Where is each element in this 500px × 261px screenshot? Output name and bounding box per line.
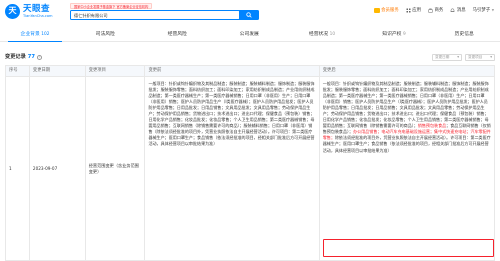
business-menu[interactable]: 商务 <box>428 8 443 14</box>
logo-mark: 天 <box>5 4 20 19</box>
messages-label: 消息 <box>456 8 466 13</box>
tab-label: 公司发展 <box>239 31 259 37</box>
change-records-header: 变更记录 77 ? 变更日期 ▾ 变更项目 ▾ <box>5 52 495 62</box>
tab-history[interactable]: 历史信息 <box>430 28 500 42</box>
apps-label: 应用 <box>412 8 422 13</box>
after-highlight-1: 销售预包装食品 <box>417 123 447 129</box>
tab-label: 经营状况 <box>308 31 329 37</box>
chevron-down-icon: ▼ <box>491 7 494 12</box>
after-text-post: 除依法须经批准的项目外，凭营业执照依法自主开展经营活动）。许可项目：第二类医疗器… <box>322 135 491 153</box>
row-item: 经营范围变更（含业务范围变更） <box>85 76 146 260</box>
tab-legal-risk[interactable]: 司法风险 <box>70 28 142 42</box>
tab-label: 知识产权 <box>382 31 402 37</box>
tab-intellectual-property[interactable]: 知识产权 9 <box>358 28 430 42</box>
vip-crown-icon <box>373 8 380 14</box>
row-index: 1 <box>6 76 30 260</box>
section-count: 77 <box>27 53 35 60</box>
tab-operating-risk[interactable]: 经营风险 <box>142 28 214 42</box>
section-title: 变更记录 <box>5 53 26 60</box>
top-header: 天 天眼查 TianYanCha.com 国家中小企业发展子基金旗下 官方备案企… <box>0 0 500 24</box>
vip-service[interactable]: 会员服务 <box>373 8 399 14</box>
bell-icon <box>450 8 455 13</box>
tab-label: 历史信息 <box>454 31 474 37</box>
table-header-row: 序号 变更日期 变更项目 变更前 变更后 <box>6 66 495 76</box>
col-after: 变更后 <box>319 66 495 76</box>
user-name: 马引梦子 <box>472 8 491 13</box>
search-input[interactable] <box>74 12 234 20</box>
before-text: 一般项目：针织或钩针编织物及其制品制造；服装制造；服装辅料制造；服饰制造；服装服… <box>148 81 315 147</box>
item-filter-label: 变更项目 <box>468 54 483 59</box>
col-before: 变更前 <box>145 66 320 76</box>
after-text: 一般项目：针织或钩针编织物及其制品制造；服装制造；服装辅料制造；服饰制造；服装服… <box>323 81 491 154</box>
section-tools: 变更日期 ▾ 变更项目 ▾ <box>432 53 495 61</box>
search-box[interactable] <box>70 10 240 20</box>
change-records-table: 序号 变更日期 变更项目 变更前 变更后 1 2023-09-07 经营范围变更… <box>5 65 495 261</box>
header-nav: 会员服务 应用 商务 消息 马引梦子 ▼ <box>373 8 494 14</box>
apps-menu[interactable]: 应用 <box>406 8 421 14</box>
tab-count: 10 <box>329 32 336 38</box>
help-icon[interactable]: ? <box>37 54 42 60</box>
date-filter-label: 变更日期 <box>435 54 450 59</box>
tab-count: 102 <box>41 32 50 38</box>
business-label: 商务 <box>434 8 444 13</box>
search-area: 国家中小企业发展子基金旗下 官方备案企业征信机构 <box>70 3 266 20</box>
highlight-box <box>323 239 494 257</box>
row-date: 2023-09-07 <box>29 76 86 260</box>
tab-label: 企业背景 <box>20 31 40 37</box>
tab-label: 经营风险 <box>167 31 187 37</box>
chevron-down-icon: ▾ <box>457 54 459 59</box>
table-row: 1 2023-09-07 经营范围变更（含业务范围变更） 一般项目：针织或钩针编… <box>6 76 494 260</box>
after-text-pre: 一般项目：针织或钩针编织物及其制品制造；服装制造；服装辅料制造；服饰制造；服装服… <box>322 81 489 129</box>
search-button[interactable] <box>239 10 259 20</box>
user-menu[interactable]: 马引梦子 ▼ <box>473 8 494 14</box>
tab-company-development[interactable]: 公司发展 <box>214 28 286 42</box>
search-tip: 国家中小企业发展子基金旗下 官方备案企业征信机构 <box>70 3 153 9</box>
category-tabs: 企业背景 102 司法风险 经营风险 公司发展 经营状况 10 知识产权 9 历史信息 <box>0 28 500 42</box>
tab-count: 9 <box>402 32 406 38</box>
search-icon <box>246 12 252 18</box>
vip-label: 会员服务 <box>381 8 399 13</box>
tianyancha-logo[interactable]: 天 天眼查 TianYanCha.com <box>5 4 53 19</box>
logo-domain: TianYanCha.com <box>23 14 53 19</box>
chevron-down-icon: ▾ <box>490 54 492 59</box>
col-index: 序号 <box>6 66 30 76</box>
briefcase-icon <box>428 8 433 14</box>
item-filter[interactable]: 变更项目 ▾ <box>465 53 495 61</box>
grid-icon <box>406 8 411 13</box>
messages-menu[interactable]: 消息 <box>450 8 466 14</box>
col-date: 变更日期 <box>29 66 86 76</box>
col-item: 变更项目 <box>85 66 146 76</box>
tab-label: 司法风险 <box>95 31 115 37</box>
tab-company-background[interactable]: 企业背景 102 <box>0 28 70 42</box>
tab-operating-status[interactable]: 经营状况 10 <box>286 28 358 42</box>
row-before: 一般项目：针织或钩针编织物及其制品制造；服装制造；服装辅料制造；服饰制造；服装服… <box>145 76 320 260</box>
row-after: 一般项目：针织或钩针编织物及其制品制造；服装制造；服装辅料制造；服饰制造；服装服… <box>319 76 494 260</box>
date-filter[interactable]: 变更日期 ▾ <box>432 53 462 61</box>
